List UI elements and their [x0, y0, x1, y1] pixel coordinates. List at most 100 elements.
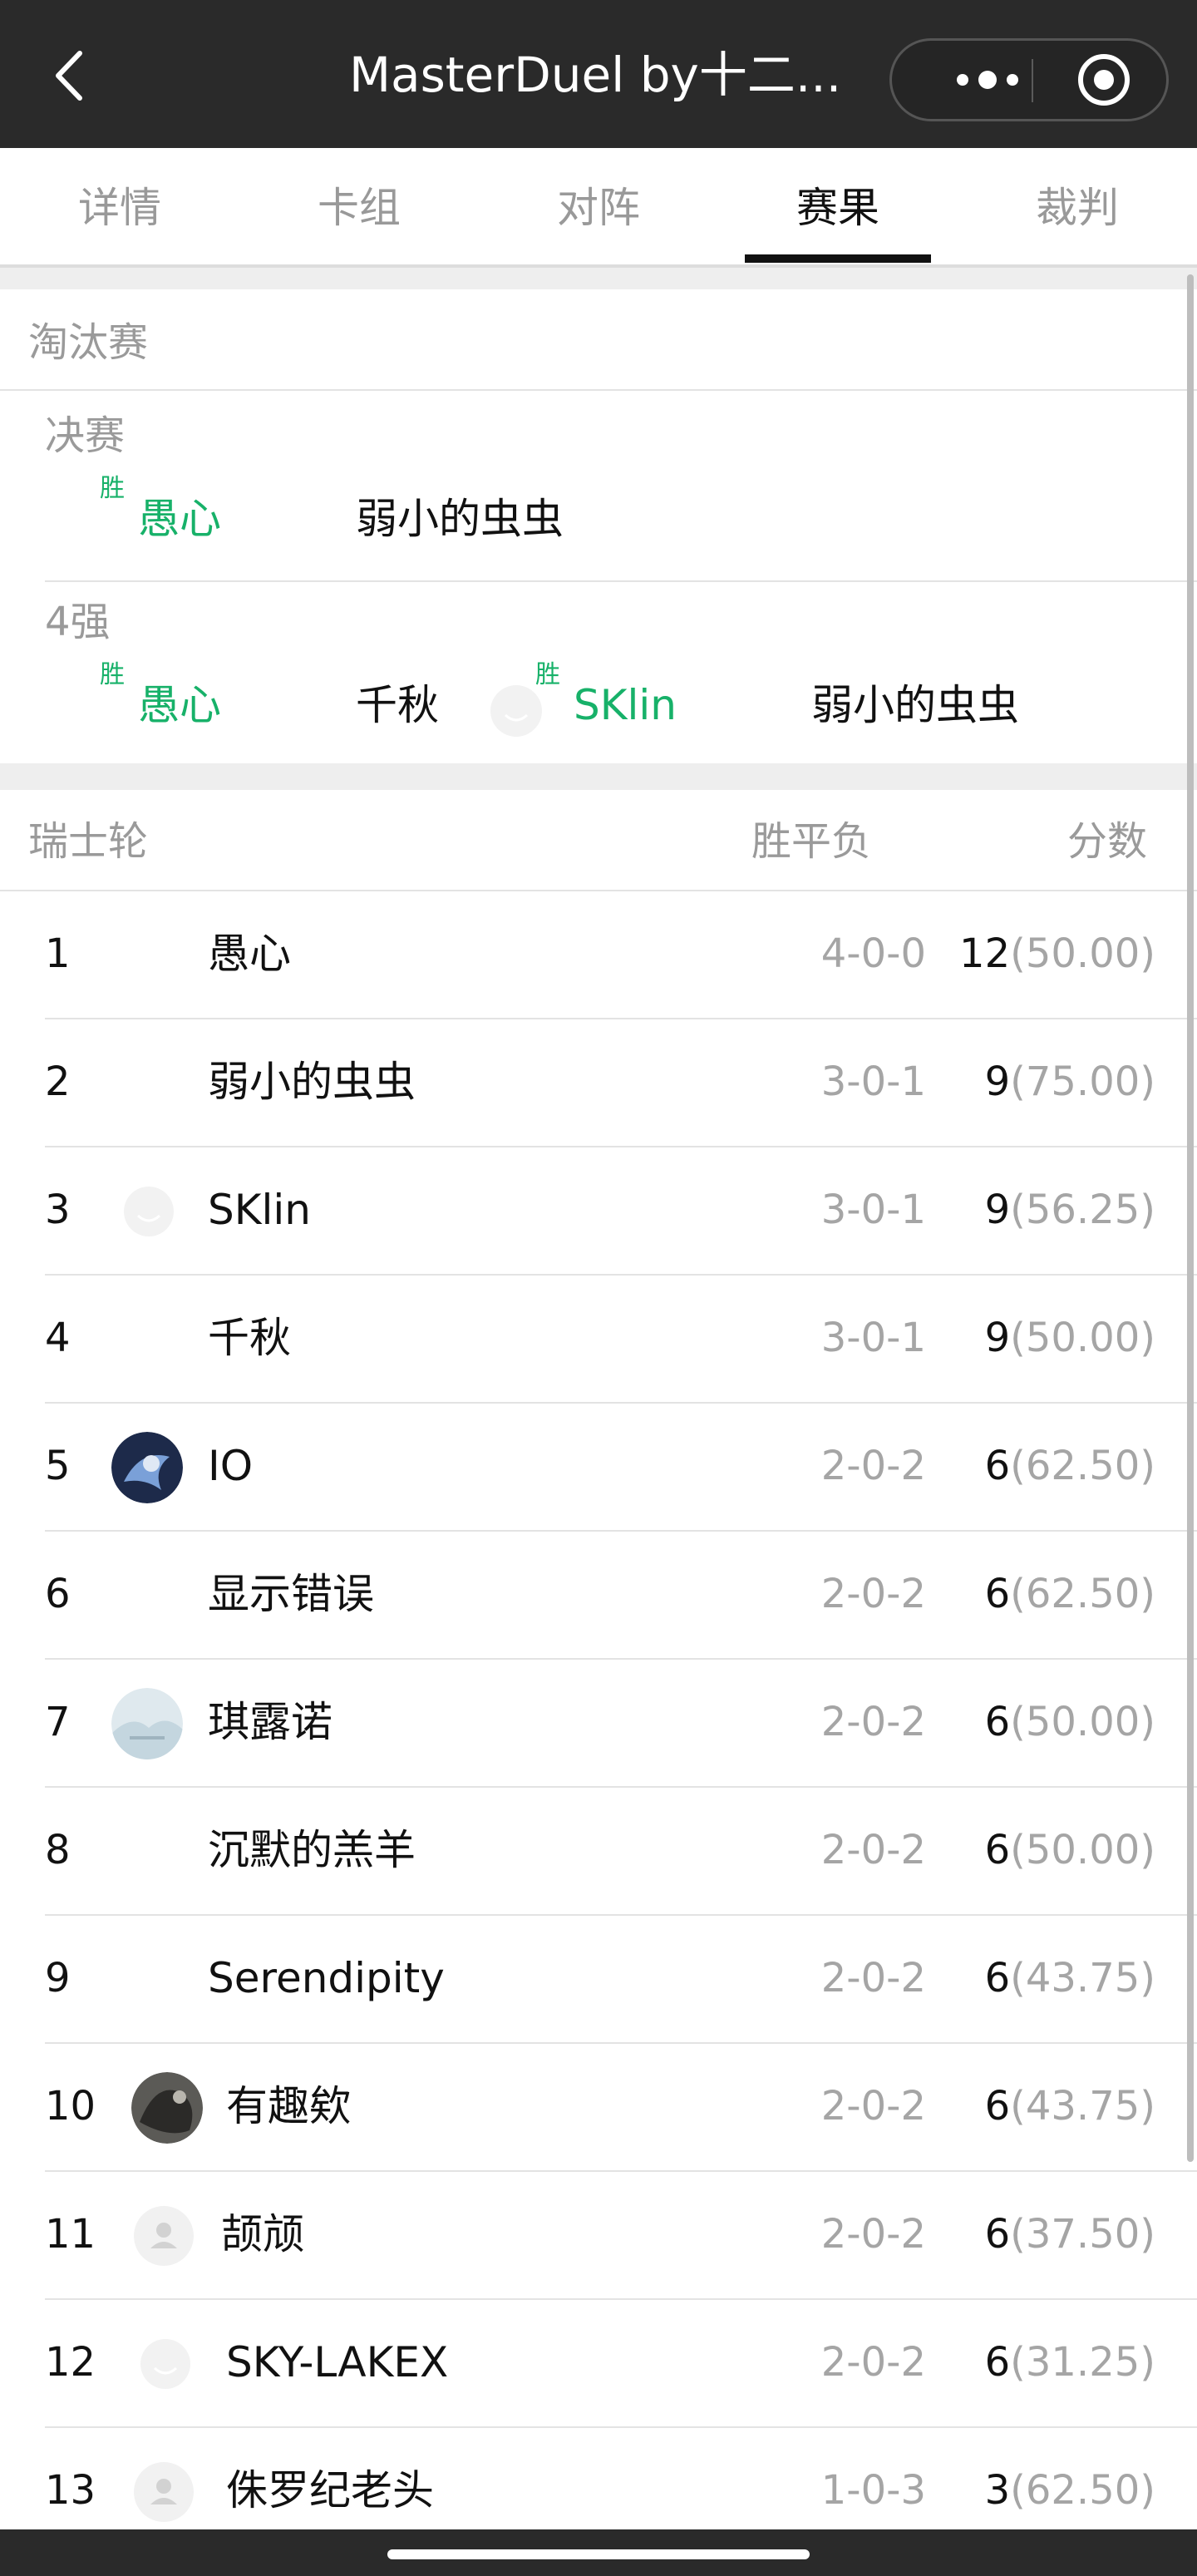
table-row[interactable]: 6 显示错误 2-0-2 6(62.50) — [45, 1532, 1197, 1660]
rank-number: 1 — [45, 930, 71, 977]
scrollbar[interactable] — [1187, 274, 1194, 2162]
rank-number: 13 — [45, 2467, 96, 2514]
score: 6(62.50) — [985, 1440, 1155, 1492]
table-row[interactable]: 9 Serendipity 2-0-2 6(43.75) — [45, 1916, 1197, 2044]
avatar — [111, 1688, 183, 1759]
table-row[interactable]: 12 SKY-LAKEX 2-0-2 6(31.25) — [45, 2300, 1197, 2428]
back-chevron-left-icon[interactable] — [50, 47, 91, 105]
score: 6(62.50) — [985, 1568, 1155, 1620]
score-points: 9 — [984, 1187, 1011, 1233]
tab-details[interactable]: 详情 — [0, 148, 239, 264]
score-points: 9 — [984, 1059, 1011, 1105]
win-tag: 胜 — [100, 474, 125, 503]
final-player-2[interactable]: 弱小的虫虫 — [356, 492, 564, 545]
player-name[interactable]: SKlin — [208, 1184, 311, 1236]
win-draw-loss: 2-0-2 — [820, 1699, 926, 1745]
win-draw-loss: 2-0-2 — [820, 1443, 926, 1489]
table-row[interactable]: 5 IO 2-0-2 6(62.50) — [45, 1404, 1197, 1532]
score-tiebreak: (62.50) — [1010, 1443, 1155, 1489]
section-gap — [0, 763, 1197, 790]
rank-number: 12 — [45, 2339, 96, 2386]
score-tiebreak: (37.50) — [1010, 2211, 1155, 2258]
player-name[interactable]: 琪露诺 — [208, 1696, 332, 1748]
home-indicator[interactable] — [387, 2549, 810, 2559]
rank-number: 4 — [45, 1315, 71, 1361]
rank-number: 8 — [45, 1827, 71, 1873]
win-draw-loss: 4-0-0 — [820, 930, 926, 977]
tab-pairings[interactable]: 对阵 — [479, 148, 718, 264]
score-points: 6 — [984, 2211, 1011, 2258]
win-draw-loss: 2-0-2 — [820, 2083, 926, 2129]
top-navigation-bar: MasterDuel by十二... — [0, 0, 1197, 148]
tab-judges[interactable]: 裁判 — [958, 148, 1197, 264]
rank-number: 9 — [45, 1955, 71, 2001]
score: 6(43.75) — [985, 2080, 1155, 2132]
final-player-1[interactable]: 愚心 — [138, 492, 221, 545]
score: 12(50.00) — [959, 928, 1155, 980]
player-name[interactable]: IO — [208, 1440, 253, 1492]
score-points: 6 — [984, 1571, 1011, 1617]
player-name[interactable]: Serendipity — [208, 1952, 445, 2004]
score-points: 6 — [984, 1827, 1011, 1873]
avatar — [113, 1176, 185, 1247]
home-indicator-bar — [0, 2529, 1197, 2576]
score-points: 3 — [984, 2467, 1011, 2514]
player-name[interactable]: 显示错误 — [208, 1568, 374, 1620]
score-points: 6 — [984, 2083, 1011, 2129]
win-draw-loss: 2-0-2 — [820, 1827, 926, 1873]
table-row[interactable]: 2 弱小的虫虫 3-0-1 9(75.00) — [45, 1019, 1197, 1147]
table-row[interactable]: 7 琪露诺 2-0-2 6(50.00) — [45, 1660, 1197, 1788]
score-tiebreak: (75.00) — [1010, 1059, 1155, 1105]
mini-program-capsule — [889, 38, 1169, 121]
score-tiebreak: (62.50) — [1010, 1571, 1155, 1617]
win-tag: 胜 — [100, 660, 125, 689]
rank-number: 7 — [45, 1699, 71, 1745]
player-name[interactable]: 有趣欸 — [226, 2080, 351, 2132]
table-row[interactable]: 1 愚心 4-0-0 12(50.00) — [45, 891, 1197, 1019]
table-row[interactable]: 11 颉颃 2-0-2 6(37.50) — [45, 2172, 1197, 2300]
avatar — [128, 2456, 200, 2528]
table-row[interactable]: 8 沉默的羔羊 2-0-2 6(50.00) — [45, 1788, 1197, 1916]
win-draw-loss: 2-0-2 — [820, 1571, 926, 1617]
score-tiebreak: (56.25) — [1010, 1187, 1155, 1233]
score-tiebreak: (43.75) — [1010, 1955, 1155, 2001]
semifinal-1-player-2[interactable]: 千秋 — [356, 679, 439, 732]
score-points: 6 — [984, 1955, 1011, 2001]
semifinal-2-player-1[interactable]: SKlin — [574, 679, 677, 732]
round-label-final: 决赛 — [45, 412, 126, 459]
semifinal-1-player-1[interactable]: 愚心 — [138, 679, 221, 732]
player-name[interactable]: 侏罗纪老头 — [226, 2465, 434, 2516]
rank-number: 2 — [45, 1059, 71, 1105]
column-header-score: 分数 — [1067, 818, 1148, 865]
ghost-avatar — [490, 685, 542, 737]
semifinal-2-player-2[interactable]: 弱小的虫虫 — [811, 679, 1019, 732]
score: 9(56.25) — [985, 1184, 1155, 1236]
avatar — [128, 2200, 200, 2272]
player-name[interactable]: 颉颃 — [221, 2208, 304, 2260]
win-tag: 胜 — [535, 660, 560, 689]
score-tiebreak: (50.00) — [1010, 1827, 1155, 1873]
score: 9(75.00) — [985, 1056, 1155, 1108]
table-row[interactable]: 4 千秋 3-0-1 9(50.00) — [45, 1276, 1197, 1404]
player-name[interactable]: 弱小的虫虫 — [208, 1056, 416, 1108]
divider — [0, 389, 1197, 391]
player-name[interactable]: SKY-LAKEX — [226, 2337, 448, 2388]
divider — [45, 580, 1197, 582]
rank-number: 5 — [45, 1443, 71, 1489]
player-name[interactable]: 沉默的羔羊 — [208, 1824, 416, 1876]
score: 3(62.50) — [985, 2465, 1155, 2516]
score-points: 6 — [984, 1443, 1011, 1489]
table-row[interactable]: 3 SKlin 3-0-1 9(56.25) — [45, 1147, 1197, 1276]
record-circle-icon[interactable] — [1058, 41, 1166, 119]
player-name[interactable]: 愚心 — [208, 928, 291, 980]
section-gap — [0, 268, 1197, 289]
score: 6(50.00) — [985, 1824, 1155, 1876]
score: 6(50.00) — [985, 1696, 1155, 1748]
table-row[interactable]: 10 有趣欸 2-0-2 6(43.75) — [45, 2044, 1197, 2172]
tab-results[interactable]: 赛果 — [718, 148, 958, 264]
tab-decks[interactable]: 卡组 — [239, 148, 479, 264]
page-title: MasterDuel by十二... — [349, 47, 842, 103]
column-header-wdl: 胜平负 — [751, 818, 872, 865]
player-name[interactable]: 千秋 — [208, 1312, 291, 1364]
win-draw-loss: 2-0-2 — [820, 2339, 926, 2386]
